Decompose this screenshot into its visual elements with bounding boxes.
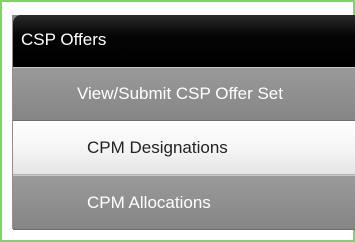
menu-header[interactable]: CSP Offers xyxy=(13,15,355,67)
panel-frame: CSP Offers View/Submit CSP Offer Set CPM… xyxy=(0,0,355,242)
menu-items: View/Submit CSP Offer Set CPM Designatio… xyxy=(13,67,355,230)
menu-item-cpm-allocations[interactable]: CPM Allocations xyxy=(13,175,355,230)
menu-item-label: CPM Designations xyxy=(87,138,228,157)
menu-item-label: View/Submit CSP Offer Set xyxy=(77,84,283,103)
menu-title: CSP Offers xyxy=(21,30,107,49)
menu-item-label: CPM Allocations xyxy=(87,192,211,212)
csp-offers-menu: CSP Offers View/Submit CSP Offer Set CPM… xyxy=(12,15,355,230)
menu-item-cpm-designations[interactable]: CPM Designations xyxy=(13,121,355,175)
menu-item-view-submit-csp-offer-set[interactable]: View/Submit CSP Offer Set xyxy=(13,67,355,121)
